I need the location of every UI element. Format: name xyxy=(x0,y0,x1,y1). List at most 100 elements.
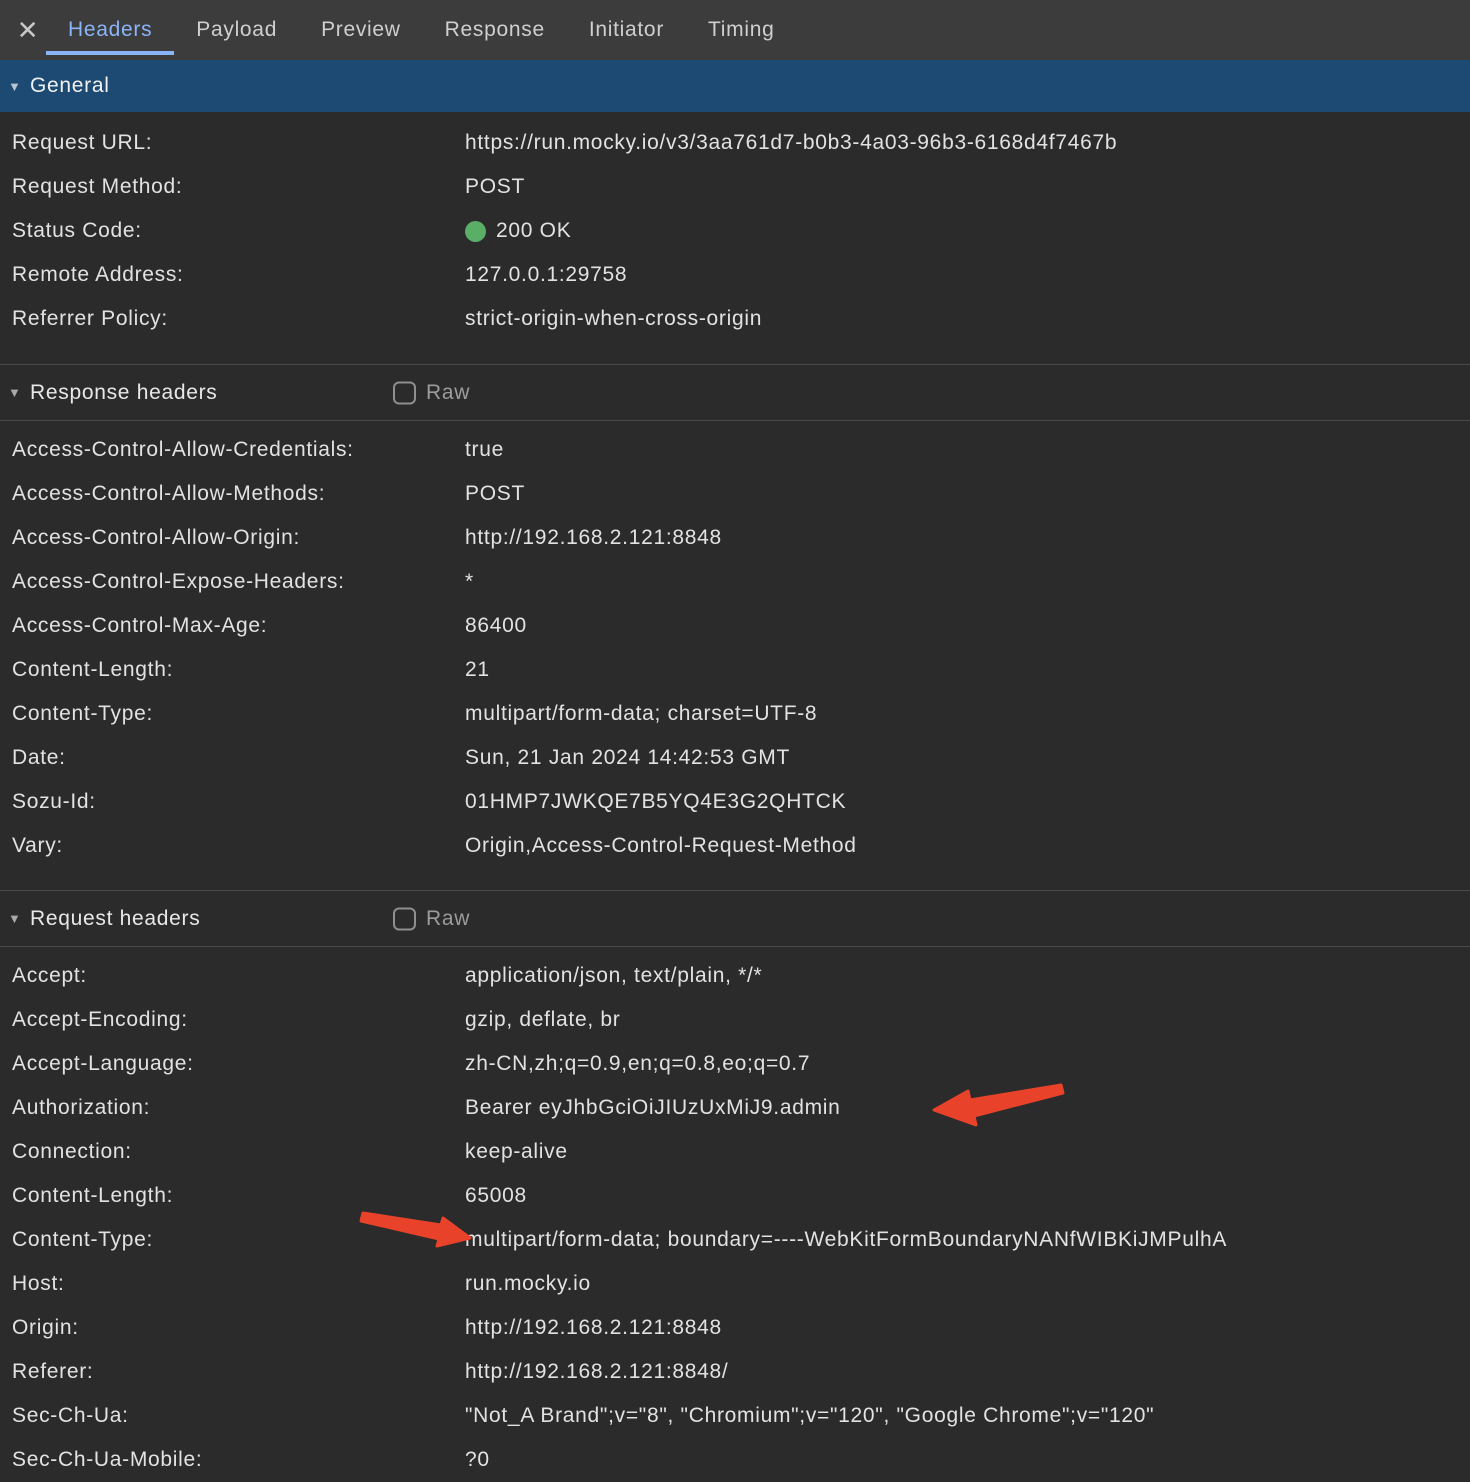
header-value: Sun, 21 Jan 2024 14:42:53 GMT xyxy=(465,746,1470,770)
header-name: Accept: xyxy=(0,964,465,988)
header-value: Origin,Access-Control-Request-Method xyxy=(465,834,1470,858)
table-row: Vary: Origin,Access-Control-Request-Meth… xyxy=(0,824,1470,868)
header-value: 21 xyxy=(465,658,1470,682)
header-value: POST xyxy=(465,175,1470,199)
header-value: https://run.mocky.io/v3/3aa761d7-b0b3-4a… xyxy=(465,131,1470,155)
header-value: http://192.168.2.121:8848 xyxy=(465,1316,1470,1340)
header-name: Authorization: xyxy=(0,1096,465,1120)
header-name: Access-Control-Allow-Origin: xyxy=(0,526,465,550)
header-name: Date: xyxy=(0,746,465,770)
table-row: Access-Control-Allow-Credentials: true xyxy=(0,428,1470,472)
header-name: Content-Length: xyxy=(0,1184,465,1208)
tab-initiator[interactable]: Initiator xyxy=(567,0,686,60)
table-row: Accept: application/json, text/plain, */… xyxy=(0,954,1470,998)
request-headers-section-header[interactable]: ▼ Request headers Raw xyxy=(0,890,1470,947)
header-value: multipart/form-data; charset=UTF-8 xyxy=(465,702,1470,726)
header-name: Access-Control-Max-Age: xyxy=(0,614,465,638)
table-row: Access-Control-Allow-Origin: http://192.… xyxy=(0,516,1470,560)
table-row: Accept-Encoding: gzip, deflate, br xyxy=(0,998,1470,1042)
table-row: Remote Address: 127.0.0.1:29758 xyxy=(0,253,1470,297)
table-row: Access-Control-Allow-Methods: POST xyxy=(0,472,1470,516)
table-row: Status Code: 200 OK xyxy=(0,209,1470,253)
table-row: Authorization: Bearer eyJhbGciOiJIUzUxMi… xyxy=(0,1086,1470,1130)
raw-checkbox[interactable] xyxy=(393,907,416,930)
header-name: Host: xyxy=(0,1272,465,1296)
header-value: POST xyxy=(465,482,1470,506)
table-row: Content-Type: multipart/form-data; bound… xyxy=(0,1218,1470,1262)
header-value: zh-CN,zh;q=0.9,en;q=0.8,eo;q=0.7 xyxy=(465,1052,1470,1076)
section-title: Request headers xyxy=(30,907,200,931)
tab-label: Initiator xyxy=(589,18,664,42)
header-name: Accept-Encoding: xyxy=(0,1008,465,1032)
table-row: Accept-Language: zh-CN,zh;q=0.9,en;q=0.8… xyxy=(0,1042,1470,1086)
header-value: http://192.168.2.121:8848 xyxy=(465,526,1470,550)
header-value: http://192.168.2.121:8848/ xyxy=(465,1360,1470,1384)
header-name: Sec-Ch-Ua: xyxy=(0,1404,465,1428)
header-value: true xyxy=(465,438,1470,462)
header-name: Access-Control-Allow-Methods: xyxy=(0,482,465,506)
tab-response[interactable]: Response xyxy=(423,0,567,60)
header-value: * xyxy=(465,570,1470,594)
header-name: Content-Type: xyxy=(0,1228,465,1252)
table-row: Content-Type: multipart/form-data; chars… xyxy=(0,692,1470,736)
chevron-down-icon[interactable]: ▼ xyxy=(8,79,30,94)
header-name: Sec-Ch-Ua-Mobile: xyxy=(0,1448,465,1472)
chevron-down-icon[interactable]: ▼ xyxy=(8,385,30,400)
general-rows: Request URL: https://run.mocky.io/v3/3aa… xyxy=(0,112,1470,341)
header-value: "Not_A Brand";v="8", "Chromium";v="120",… xyxy=(465,1404,1470,1428)
tab-payload[interactable]: Payload xyxy=(174,0,299,60)
status-green-dot xyxy=(465,221,486,242)
tab-label: Timing xyxy=(708,18,774,42)
tab-label: Response xyxy=(445,18,545,42)
tab-label: Preview xyxy=(321,18,401,42)
tab-timing[interactable]: Timing xyxy=(686,0,796,60)
request-headers-rows: Accept: application/json, text/plain, */… xyxy=(0,947,1470,1482)
table-row: Referrer Policy: strict-origin-when-cros… xyxy=(0,297,1470,341)
header-value: strict-origin-when-cross-origin xyxy=(465,307,1470,331)
table-row: Connection: keep-alive xyxy=(0,1130,1470,1174)
response-headers-rows: Access-Control-Allow-Credentials: true A… xyxy=(0,421,1470,868)
header-name: Accept-Language: xyxy=(0,1052,465,1076)
header-name: Referrer Policy: xyxy=(0,307,465,331)
header-value: keep-alive xyxy=(465,1140,1470,1164)
chevron-down-icon[interactable]: ▼ xyxy=(8,911,30,926)
header-name: Request Method: xyxy=(0,175,465,199)
header-name: Access-Control-Allow-Credentials: xyxy=(0,438,465,462)
header-value: 200 OK xyxy=(496,219,571,243)
table-row: Sec-Ch-Ua: "Not_A Brand";v="8", "Chromiu… xyxy=(0,1394,1470,1438)
table-row: Date: Sun, 21 Jan 2024 14:42:53 GMT xyxy=(0,736,1470,780)
header-value: 127.0.0.1:29758 xyxy=(465,263,1470,287)
table-row: Access-Control-Max-Age: 86400 xyxy=(0,604,1470,648)
table-row: Referer: http://192.168.2.121:8848/ xyxy=(0,1350,1470,1394)
header-value: ?0 xyxy=(465,1448,1470,1472)
close-icon[interactable]: ✕ xyxy=(0,0,46,60)
raw-checkbox-label[interactable]: Raw xyxy=(426,381,470,405)
tab-headers[interactable]: Headers xyxy=(46,0,174,60)
header-value: 86400 xyxy=(465,614,1470,638)
tab-preview[interactable]: Preview xyxy=(299,0,423,60)
raw-checkbox-label[interactable]: Raw xyxy=(426,907,470,931)
network-detail-tabbar: ✕ Headers Payload Preview Response Initi… xyxy=(0,0,1470,60)
raw-checkbox[interactable] xyxy=(393,381,416,404)
header-value: 01HMP7JWKQE7B5YQ4E3G2QHTCK xyxy=(465,790,1470,814)
section-title: General xyxy=(30,74,110,98)
table-row: Request URL: https://run.mocky.io/v3/3aa… xyxy=(0,121,1470,165)
header-name: Connection: xyxy=(0,1140,465,1164)
header-name: Content-Type: xyxy=(0,702,465,726)
header-name: Content-Length: xyxy=(0,658,465,682)
response-headers-section-header[interactable]: ▼ Response headers Raw xyxy=(0,364,1470,421)
table-row: Access-Control-Expose-Headers: * xyxy=(0,560,1470,604)
status-value: 200 OK xyxy=(465,219,1470,243)
header-name: Origin: xyxy=(0,1316,465,1340)
header-value: application/json, text/plain, */* xyxy=(465,964,1470,988)
header-name: Remote Address: xyxy=(0,263,465,287)
section-title: Response headers xyxy=(30,381,218,405)
header-name: Referer: xyxy=(0,1360,465,1384)
header-name: Access-Control-Expose-Headers: xyxy=(0,570,465,594)
header-name: Status Code: xyxy=(0,219,465,243)
general-section-header[interactable]: ▼ General xyxy=(0,60,1470,112)
header-name: Sozu-Id: xyxy=(0,790,465,814)
table-row: Origin: http://192.168.2.121:8848 xyxy=(0,1306,1470,1350)
table-row: Request Method: POST xyxy=(0,165,1470,209)
header-name: Request URL: xyxy=(0,131,465,155)
